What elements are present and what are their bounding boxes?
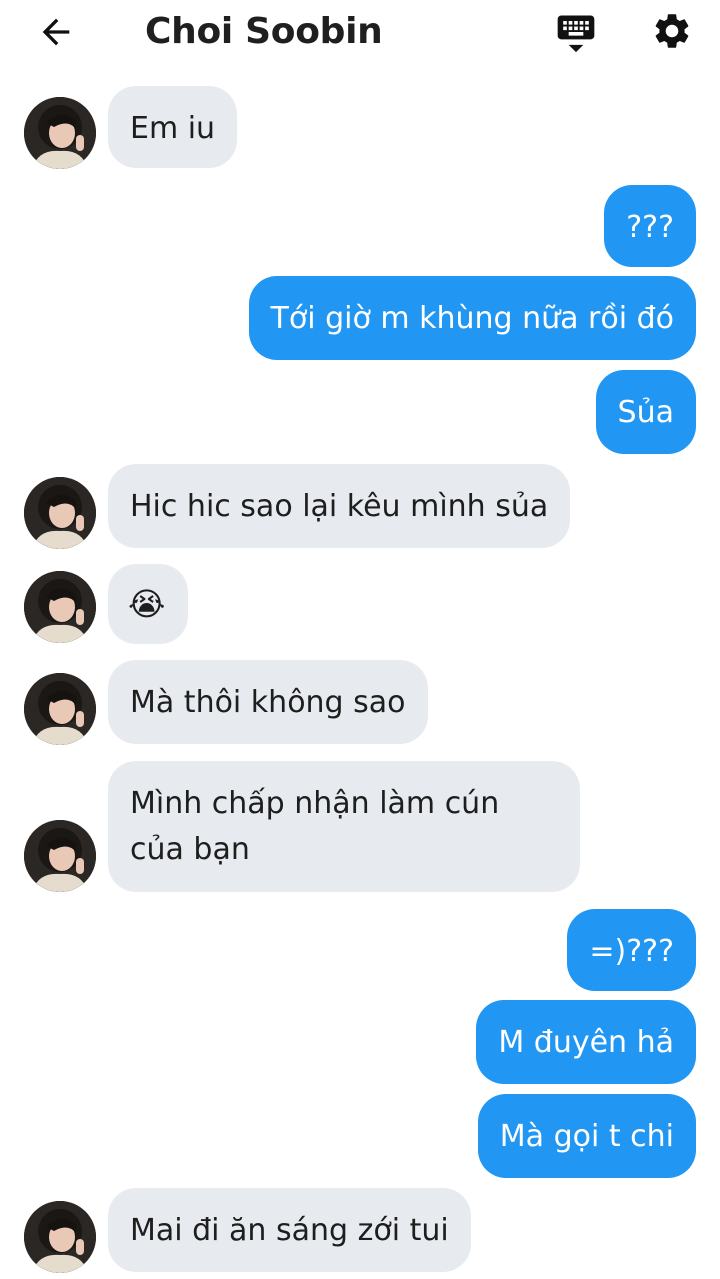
keyboard-icon: [557, 15, 595, 53]
gear-icon: [655, 14, 689, 48]
avatar[interactable]: [24, 820, 96, 892]
message-bubble-outgoing[interactable]: M đuyên hả: [476, 1000, 696, 1084]
arrow-left-icon: [42, 18, 70, 46]
message-bubble-outgoing[interactable]: =)???: [567, 909, 696, 991]
back-button[interactable]: [32, 10, 80, 54]
message-text: Em iu: [130, 111, 216, 146]
avatar[interactable]: [24, 97, 96, 169]
message-text: Mà thôi không sao: [130, 685, 406, 720]
message-bubble-outgoing[interactable]: Sủa: [595, 370, 696, 454]
chat-header: Choi Soobin: [0, 0, 720, 64]
message-text: ???: [626, 210, 674, 245]
message-text: M đuyên hả: [498, 1025, 674, 1060]
message-text: =)???: [589, 934, 674, 969]
message-text: Mình chấp nhận làm cún của bạn: [130, 786, 500, 867]
page-title: Choi Soobin: [145, 11, 383, 52]
avatar[interactable]: [24, 571, 96, 643]
settings-button[interactable]: [648, 7, 696, 55]
keyboard-button[interactable]: [552, 8, 600, 56]
message-bubble-incoming[interactable]: Mà thôi không sao: [108, 660, 428, 744]
loudly-crying-face-emoji: 😭: [128, 585, 166, 623]
message-text: Tới giờ m khùng nữa rồi đó: [270, 301, 674, 336]
message-bubble-incoming[interactable]: Mình chấp nhận làm cún của bạn: [108, 761, 580, 892]
message-bubble-outgoing[interactable]: Mà gọi t chi: [477, 1094, 696, 1178]
message-bubble-outgoing[interactable]: Tới giờ m khùng nữa rồi đó: [248, 276, 696, 360]
message-bubble-incoming[interactable]: Hic hic sao lại kêu mình sủa: [108, 464, 571, 548]
message-bubble-incoming[interactable]: Em iu: [108, 86, 238, 168]
avatar[interactable]: [24, 477, 96, 549]
avatar[interactable]: [24, 673, 96, 745]
message-bubble-outgoing[interactable]: ???: [604, 185, 696, 267]
message-text: Mà gọi t chi: [499, 1119, 674, 1154]
message-bubble-incoming[interactable]: Mai đi ăn sáng zới tui: [108, 1188, 471, 1272]
avatar[interactable]: [24, 1201, 96, 1273]
message-text: Mai đi ăn sáng zới tui: [130, 1213, 449, 1248]
message-bubble-incoming[interactable]: 😭: [108, 564, 188, 644]
message-text: Hic hic sao lại kêu mình sủa: [130, 489, 549, 524]
message-text: Sủa: [617, 395, 674, 430]
